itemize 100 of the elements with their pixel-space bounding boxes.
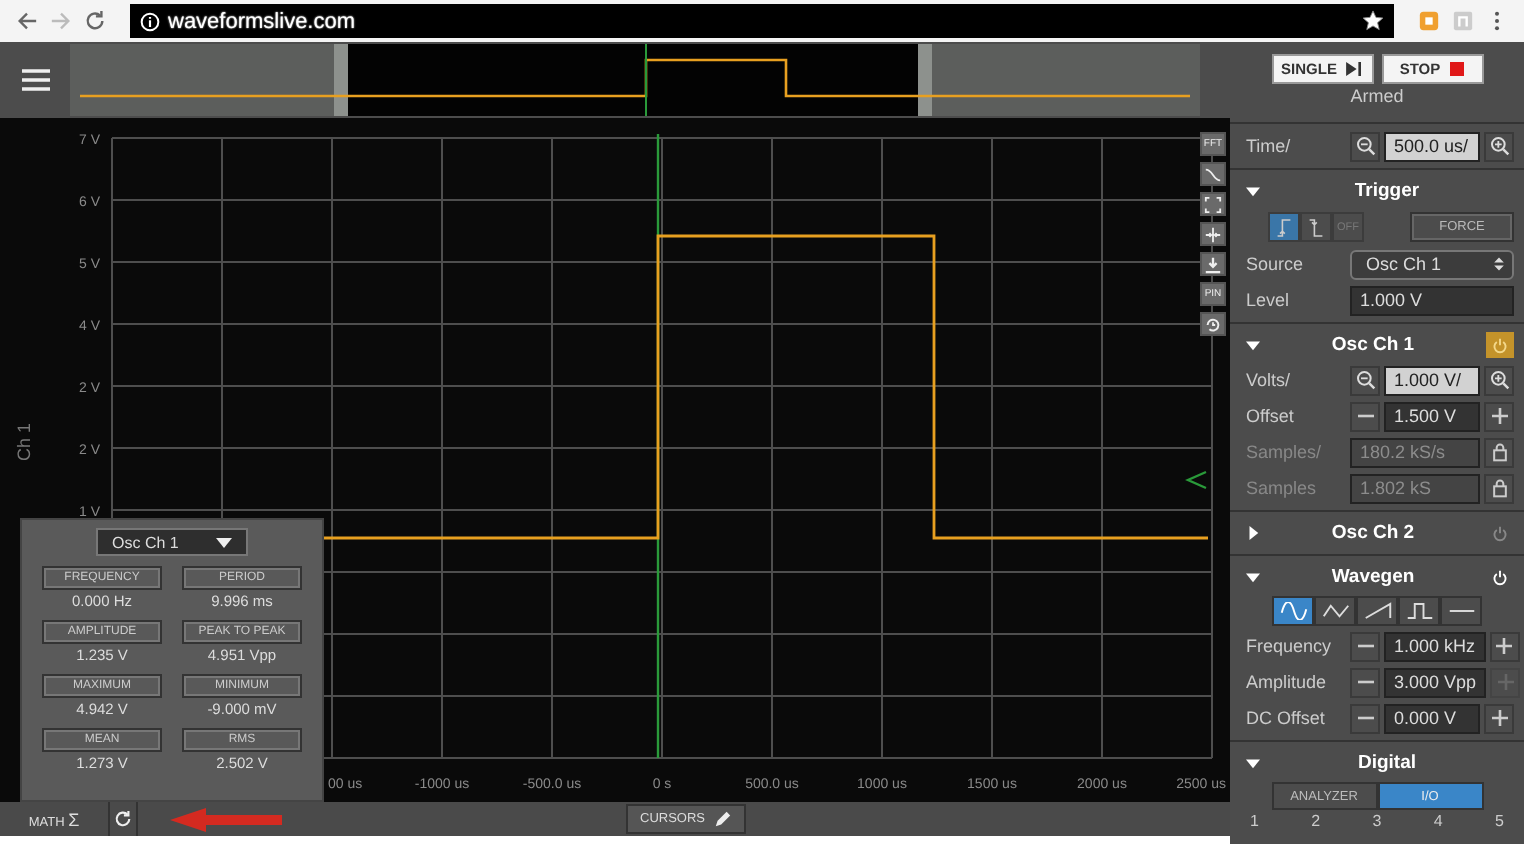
pin-number: 5 — [1495, 812, 1504, 830]
plus-icon — [1494, 636, 1515, 656]
waveform-button[interactable] — [1398, 596, 1440, 626]
falling-edge-icon — [1308, 217, 1324, 237]
field-label: Amplitude — [1246, 672, 1329, 692]
status-text: Armed — [1350, 86, 1404, 106]
value-field[interactable]: 1.000 V/ — [1384, 365, 1480, 395]
menu-icon — [22, 68, 50, 92]
value-field[interactable]: 1.500 V — [1384, 401, 1480, 431]
download-button[interactable] — [1200, 252, 1226, 276]
curve-icon — [1204, 165, 1222, 183]
section-title: Wavegen — [1329, 566, 1417, 588]
pin-number: 2 — [1311, 812, 1321, 830]
zoom-in-button[interactable] — [1484, 131, 1514, 161]
field-label: Source — [1246, 254, 1306, 274]
value-field[interactable]: 1.000 V — [1350, 285, 1514, 315]
channel-label: Ch 1 — [14, 423, 34, 461]
field-label: Frequency — [1246, 636, 1334, 656]
pin-number: 4 — [1433, 812, 1443, 830]
field-label: Offset — [1246, 406, 1296, 426]
pin-number: 3 — [1372, 812, 1382, 830]
lock-icon — [1489, 478, 1509, 498]
field-label: Time/ — [1246, 136, 1293, 156]
channel-dropdown[interactable]: Osc Ch 1 — [96, 528, 248, 556]
url-text: waveformslive.com — [168, 9, 358, 33]
download-icon — [1204, 255, 1222, 273]
collapse-icon[interactable] — [1246, 570, 1260, 584]
waveform-button[interactable] — [1440, 596, 1482, 626]
rising-edge-icon — [1276, 217, 1292, 237]
split-icon — [1204, 225, 1222, 243]
waveform-button[interactable] — [1356, 596, 1398, 626]
history-icon — [1204, 315, 1222, 333]
refresh-button[interactable] — [110, 802, 138, 836]
value-field[interactable]: 0.000 V — [1384, 703, 1480, 733]
edge-button[interactable] — [1268, 212, 1300, 242]
reload-icon[interactable] — [84, 10, 106, 32]
decrement-button[interactable] — [1350, 703, 1380, 733]
increment-button[interactable] — [1489, 631, 1520, 661]
expand-icon[interactable] — [1246, 526, 1260, 540]
value-field[interactable]: 500.0 us/ — [1384, 131, 1480, 161]
zoom-in-icon — [1489, 136, 1509, 156]
value-field[interactable]: 3.000 Vpp — [1384, 667, 1487, 697]
lock-button[interactable] — [1484, 473, 1514, 503]
history-button[interactable] — [1200, 312, 1226, 336]
fit-icon — [1204, 195, 1222, 213]
plus-icon — [1495, 672, 1516, 692]
section-title: Digital — [1355, 752, 1419, 774]
zoom-in-icon — [1489, 370, 1509, 390]
triangle-wave-icon — [1321, 602, 1349, 620]
collapse-icon[interactable] — [1246, 338, 1260, 352]
section-title: Osc Ch 1 — [1329, 334, 1417, 356]
select-arrows-icon — [1494, 256, 1504, 272]
plus-icon — [1489, 708, 1509, 728]
curve-button[interactable] — [1200, 162, 1226, 186]
back-icon[interactable] — [16, 10, 38, 32]
field-label: Samples/ — [1246, 442, 1324, 462]
stop-icon — [1450, 62, 1465, 76]
waveform-button[interactable] — [1314, 596, 1356, 626]
section-title: Osc Ch 2 — [1329, 522, 1417, 544]
power-icon — [1492, 569, 1508, 585]
menu-button[interactable] — [18, 64, 54, 96]
caret-icon — [216, 537, 232, 547]
trigger-marker-icon[interactable] — [1185, 470, 1207, 490]
star-icon[interactable] — [1362, 10, 1384, 32]
power-icon — [1492, 525, 1508, 541]
pin-number: 1 — [1250, 812, 1259, 830]
collapse-icon[interactable] — [1246, 756, 1260, 770]
section-title: Trigger — [1352, 180, 1422, 202]
overview-drawing[interactable] — [70, 44, 1200, 116]
field-label: DC Offset — [1246, 708, 1327, 728]
refresh-icon — [114, 810, 132, 828]
lock-button[interactable] — [1484, 437, 1514, 467]
sine-wave-icon — [1279, 602, 1307, 620]
zoom-out-button[interactable] — [1350, 365, 1380, 395]
waveform-button[interactable] — [1272, 596, 1314, 626]
fit-button[interactable] — [1200, 192, 1226, 216]
power-icon — [1492, 337, 1508, 353]
source-select[interactable]: Osc Ch 1 — [1350, 249, 1514, 279]
decrement-button[interactable] — [1350, 401, 1380, 431]
sawtooth-wave-icon — [1363, 602, 1391, 620]
zoom-out-icon — [1355, 370, 1375, 390]
plus-icon — [1489, 406, 1509, 426]
info-icon — [140, 11, 160, 31]
increment-button[interactable] — [1484, 703, 1514, 733]
play-step-icon — [1346, 62, 1363, 76]
edge-button[interactable] — [1300, 212, 1332, 242]
pointer-arrow — [170, 807, 282, 831]
field-label: Samples — [1246, 478, 1319, 498]
collapse-icon[interactable] — [1246, 184, 1260, 198]
increment-button[interactable] — [1484, 401, 1514, 431]
field-label: Level — [1246, 290, 1292, 310]
decrement-button[interactable] — [1350, 667, 1380, 697]
zoom-in-button[interactable] — [1484, 365, 1514, 395]
square-wave-icon — [1405, 602, 1433, 620]
split-button[interactable] — [1200, 222, 1226, 246]
decrement-button[interactable] — [1350, 631, 1380, 661]
value-field[interactable]: 1.000 kHz — [1384, 631, 1486, 661]
address-bar[interactable]: waveformslive.com — [130, 4, 1394, 38]
lock-icon — [1489, 442, 1509, 462]
zoom-out-button[interactable] — [1350, 131, 1380, 161]
